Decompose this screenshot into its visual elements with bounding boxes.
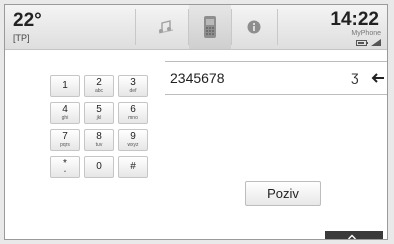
dialpad-key[interactable]: 7 pqrs bbox=[50, 129, 80, 151]
tab-info[interactable] bbox=[233, 5, 275, 49]
chevron-up-icon bbox=[348, 234, 356, 239]
dialpad-key[interactable]: 2 abc bbox=[84, 75, 114, 97]
dialpad-key-digit: 9 bbox=[130, 131, 136, 142]
dialpad-key-letters: def bbox=[129, 88, 137, 94]
tab-audio[interactable] bbox=[145, 5, 187, 49]
input-mode-icon[interactable]: ʒ bbox=[351, 68, 359, 84]
dialpad-key[interactable]: 5 jkl bbox=[84, 102, 114, 124]
battery-icon bbox=[356, 39, 368, 46]
dialpad-key-letters: mno bbox=[128, 115, 138, 121]
status-icons bbox=[356, 39, 381, 46]
dialpad-key[interactable]: 9 wxyz bbox=[118, 129, 148, 151]
tab-phone[interactable] bbox=[189, 5, 231, 49]
dialpad-key[interactable]: # bbox=[118, 156, 148, 178]
expand-bar[interactable] bbox=[325, 231, 383, 239]
dialpad-key[interactable]: 3 def bbox=[118, 75, 148, 97]
dialpad-key-digit: 6 bbox=[130, 104, 136, 115]
clock: 14:22 bbox=[330, 9, 379, 30]
dialpad-key-letters: ghi bbox=[61, 115, 69, 121]
header-divider bbox=[277, 9, 278, 45]
dialpad-key-letters: wxyz bbox=[127, 142, 139, 148]
dialpad-key-digit: 5 bbox=[96, 104, 102, 115]
header-divider bbox=[135, 9, 136, 45]
dialpad-key-letters: abc bbox=[94, 88, 104, 94]
dialpad-key-digit: 7 bbox=[62, 131, 68, 142]
header-divider bbox=[231, 9, 232, 45]
screen-frame: 22° [TP] 14:22 MyPhone 1 2 abc 3 def 4 g… bbox=[4, 4, 388, 240]
dialpad-key-digit: 3 bbox=[130, 77, 136, 88]
dialpad-key-letters: tuv bbox=[95, 142, 103, 148]
dialpad-key-digit: 2 bbox=[96, 77, 102, 88]
dialpad-key[interactable]: 1 bbox=[50, 75, 80, 97]
dialpad-key-digit: 1 bbox=[62, 80, 68, 91]
dialpad-key-letters: jkl bbox=[96, 115, 102, 121]
dialpad-key[interactable]: 4 ghi bbox=[50, 102, 80, 124]
connected-phone-name: MyPhone bbox=[351, 30, 381, 37]
dialpad-key[interactable]: * • bbox=[50, 156, 80, 178]
temperature-readout: 22° bbox=[13, 10, 42, 31]
dialpad-key-digit: # bbox=[130, 161, 136, 172]
infotainment-screen: 22° [TP] 14:22 MyPhone 1 2 abc 3 def 4 g… bbox=[0, 0, 394, 244]
dialpad-key[interactable]: 6 mno bbox=[118, 102, 148, 124]
music-note-icon bbox=[158, 20, 174, 34]
dialpad-key-digit: * bbox=[63, 158, 67, 169]
dialpad-key[interactable]: 8 tuv bbox=[84, 129, 114, 151]
dialpad-key-digit: 0 bbox=[96, 161, 102, 172]
dialpad-key-digit: 4 bbox=[62, 104, 68, 115]
dialpad-key-letters: pqrs bbox=[60, 142, 70, 148]
traffic-program-indicator: [TP] bbox=[13, 33, 30, 43]
status-header: 22° [TP] 14:22 MyPhone bbox=[5, 5, 387, 50]
info-icon bbox=[247, 20, 261, 34]
dialpad-key-digit: 8 bbox=[96, 131, 102, 142]
phone-icon bbox=[204, 16, 216, 38]
phone-number-field[interactable]: 2345678 ʒ bbox=[165, 61, 387, 95]
backspace-icon[interactable] bbox=[371, 70, 385, 86]
dialpad: 1 2 abc 3 def 4 ghi 5 jkl 6 mno 7 pqrs 8 tuv 9 wxyz * • 0 # bbox=[50, 75, 150, 178]
dialpad-key[interactable]: 0 bbox=[84, 156, 114, 178]
dialpad-key-letters: • bbox=[64, 169, 66, 175]
signal-strength-icon bbox=[371, 39, 381, 46]
call-button[interactable]: Poziv bbox=[245, 181, 321, 206]
phone-number-input[interactable]: 2345678 bbox=[170, 70, 225, 86]
